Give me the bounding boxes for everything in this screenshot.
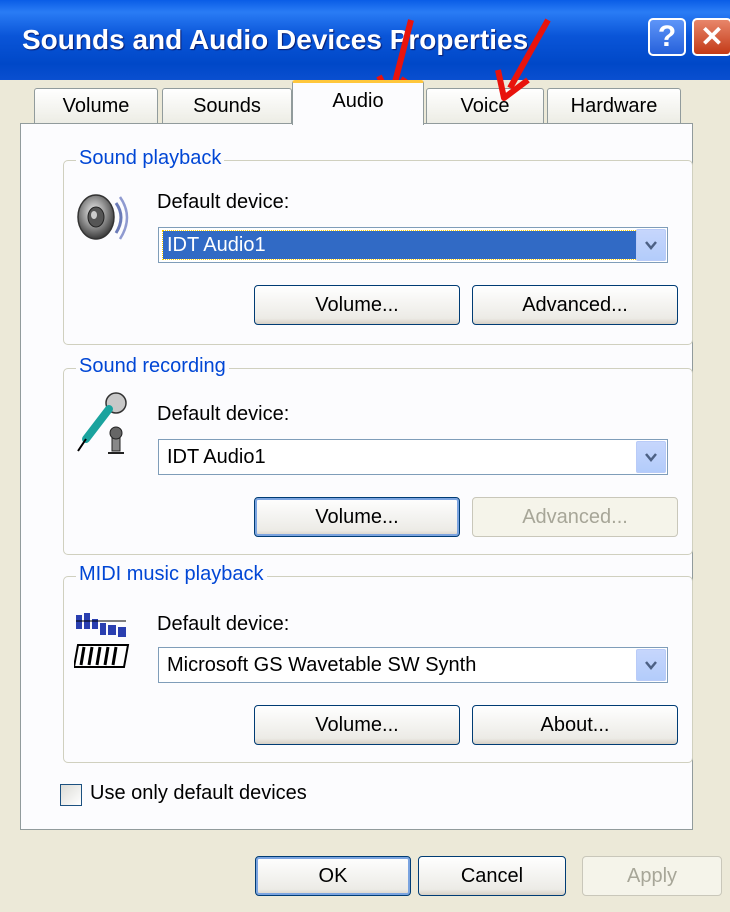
tab-strip: Volume Sounds Audio Voice Hardware — [0, 80, 730, 125]
midi-device-value: Microsoft GS Wavetable SW Synth — [167, 654, 477, 676]
tab-volume[interactable]: Volume — [34, 88, 158, 124]
sound-playback-title: Sound playback — [76, 147, 225, 170]
midi-about-button[interactable]: About... — [472, 705, 678, 745]
sound-recording-group: Sound recording Default device: IDT Audi… — [63, 355, 693, 555]
chevron-down-icon — [645, 661, 657, 670]
use-default-devices-checkbox[interactable] — [60, 784, 82, 806]
midi-volume-button[interactable]: Volume... — [254, 705, 460, 745]
help-button[interactable]: ? — [648, 18, 686, 56]
midi-keyboard-icon — [72, 611, 130, 676]
microphone-icon — [74, 391, 134, 464]
recording-advanced-button: Advanced... — [472, 497, 678, 537]
sound-recording-title: Sound recording — [76, 355, 229, 378]
recording-device-value: IDT Audio1 — [167, 446, 266, 468]
recording-dropdown-button[interactable] — [636, 441, 666, 473]
recording-default-label: Default device: — [157, 403, 290, 425]
tab-hardware[interactable]: Hardware — [547, 88, 681, 124]
tab-audio[interactable]: Audio — [292, 80, 424, 125]
playback-volume-button[interactable]: Volume... — [254, 285, 460, 325]
tab-panel-audio: Sound playback Default device: IDT Audio… — [20, 123, 693, 830]
title-bar[interactable]: Sounds and Audio Devices Properties ? ✕ — [0, 0, 730, 80]
apply-button: Apply — [582, 856, 722, 896]
playback-device-value: IDT Audio1 — [162, 230, 640, 260]
playback-default-label: Default device: — [157, 191, 290, 213]
close-icon: ✕ — [700, 21, 724, 52]
playback-dropdown-button[interactable] — [636, 229, 666, 261]
midi-playback-group: MIDI music playback Default device: Micr… — [63, 563, 693, 763]
chevron-down-icon — [645, 241, 657, 250]
close-button[interactable]: ✕ — [692, 18, 730, 56]
recording-volume-button[interactable]: Volume... — [254, 497, 460, 537]
help-icon: ? — [657, 20, 677, 53]
annotation-arrow-voice — [495, 18, 551, 101]
speaker-icon — [74, 189, 130, 252]
midi-default-label: Default device: — [157, 613, 290, 635]
playback-advanced-button[interactable]: Advanced... — [472, 285, 678, 325]
chevron-down-icon — [645, 453, 657, 462]
midi-dropdown-button[interactable] — [636, 649, 666, 681]
ok-button[interactable]: OK — [255, 856, 411, 896]
midi-device-select[interactable]: Microsoft GS Wavetable SW Synth — [158, 647, 668, 683]
recording-device-select[interactable]: IDT Audio1 — [158, 439, 668, 475]
dialog-window: Sounds and Audio Devices Properties ? ✕ … — [0, 0, 730, 912]
use-default-devices-label[interactable]: Use only default devices — [90, 782, 307, 805]
midi-playback-title: MIDI music playback — [76, 563, 267, 586]
sound-playback-group: Sound playback Default device: IDT Audio… — [63, 147, 693, 345]
tab-sounds[interactable]: Sounds — [162, 88, 292, 124]
playback-device-select[interactable]: IDT Audio1 — [158, 227, 668, 263]
cancel-button[interactable]: Cancel — [418, 856, 566, 896]
window-title: Sounds and Audio Devices Properties — [22, 24, 529, 55]
